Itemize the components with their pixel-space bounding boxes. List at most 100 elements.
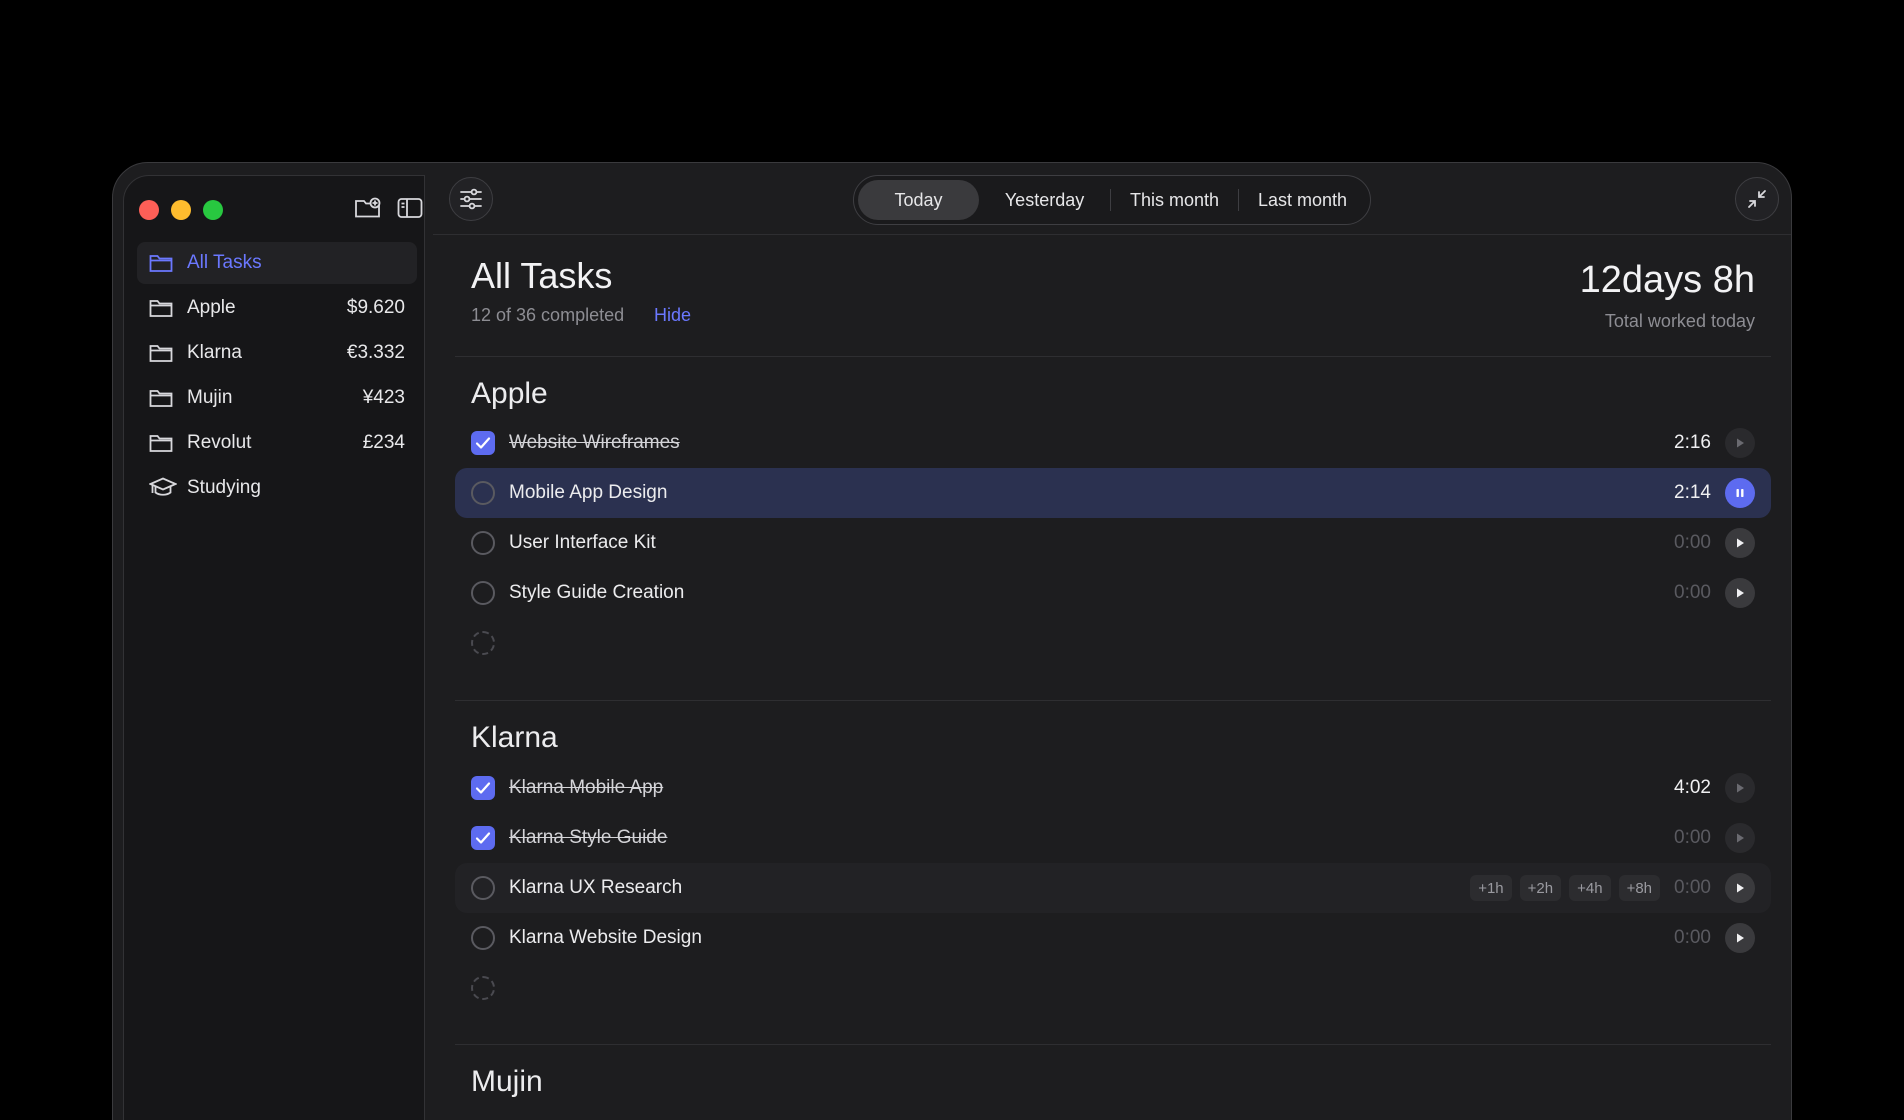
task-row[interactable]: Klarna Mobile App 4:02 <box>455 763 1771 813</box>
collapse-arrows-icon <box>1746 188 1768 210</box>
pause-button[interactable] <box>1725 478 1755 508</box>
play-button[interactable] <box>1725 823 1755 853</box>
tab-yesterday[interactable]: Yesterday <box>979 180 1110 220</box>
minimize-window-button[interactable] <box>171 200 191 220</box>
section-divider <box>455 700 1771 701</box>
task-checkbox[interactable] <box>471 531 495 555</box>
sidebar: All Tasks Apple $9.620 Klarna €3.332 Muj… <box>123 175 425 1120</box>
sidebar-item-label: All Tasks <box>187 252 262 273</box>
checkmark-icon <box>475 781 491 795</box>
new-task-checkbox-placeholder[interactable] <box>471 976 495 1000</box>
app-window: All Tasks Apple $9.620 Klarna €3.332 Muj… <box>112 162 1792 1120</box>
add-2h-button[interactable]: +2h <box>1519 875 1562 901</box>
play-icon <box>1734 782 1746 794</box>
task-row[interactable]: User Interface Kit 0:00 <box>455 518 1771 568</box>
task-name: User Interface Kit <box>509 532 656 553</box>
sidebar-item-label: Klarna <box>187 342 242 363</box>
task-checkbox[interactable] <box>471 581 495 605</box>
sidebar-item-amount: ¥423 <box>362 387 405 408</box>
task-row-hovered[interactable]: Klarna UX Research +1h +2h +4h +8h 0:00 <box>455 863 1771 913</box>
new-task-checkbox-placeholder[interactable] <box>471 631 495 655</box>
graduation-cap-icon <box>149 477 177 499</box>
folder-icon <box>149 387 177 409</box>
play-icon <box>1734 587 1746 599</box>
zoom-window-button[interactable] <box>203 200 223 220</box>
hide-completed-link[interactable]: Hide <box>654 305 691 326</box>
play-button[interactable] <box>1725 773 1755 803</box>
play-icon <box>1734 932 1746 944</box>
folder-icon <box>149 342 177 364</box>
play-button[interactable] <box>1725 873 1755 903</box>
play-icon <box>1734 437 1746 449</box>
task-time: 0:00 <box>1674 582 1711 603</box>
task-time: 0:00 <box>1674 827 1711 848</box>
task-name: Klarna UX Research <box>509 877 683 898</box>
sidebar-item-label: Revolut <box>187 432 252 453</box>
tab-last-month[interactable]: Last month <box>1239 180 1366 220</box>
task-row[interactable]: Style Guide Creation 0:00 <box>455 568 1771 618</box>
play-button[interactable] <box>1725 428 1755 458</box>
quick-add-time-group: +1h +2h +4h +8h <box>1470 875 1661 901</box>
play-button[interactable] <box>1725 528 1755 558</box>
sidebar-item-klarna[interactable]: Klarna €3.332 <box>137 332 417 374</box>
play-button[interactable] <box>1725 923 1755 953</box>
folder-icon <box>149 252 177 274</box>
sliders-icon <box>459 188 483 210</box>
toolbar-divider <box>433 234 1791 235</box>
tab-today[interactable]: Today <box>858 180 980 220</box>
task-time: 0:00 <box>1674 532 1711 553</box>
close-window-button[interactable] <box>139 200 159 220</box>
task-checkbox-checked[interactable] <box>471 431 495 455</box>
sidebar-item-label: Studying <box>187 477 261 498</box>
task-time: 4:02 <box>1674 777 1711 798</box>
play-icon <box>1734 832 1746 844</box>
add-4h-button[interactable]: +4h <box>1569 875 1611 901</box>
section-divider <box>455 1044 1771 1045</box>
task-name: Style Guide Creation <box>509 582 685 603</box>
completed-count: 12 of 36 completed <box>471 305 625 325</box>
new-folder-icon[interactable] <box>352 192 384 224</box>
sidebar-item-amount: £234 <box>362 432 405 453</box>
play-icon <box>1734 537 1746 549</box>
task-checkbox[interactable] <box>471 926 495 950</box>
section-title-apple: Apple <box>471 377 548 410</box>
task-row[interactable]: Website Wireframes 2:16 <box>455 418 1771 468</box>
sidebar-item-label: Apple <box>187 297 236 318</box>
task-row[interactable]: Klarna Website Design 0:00 <box>455 913 1771 963</box>
task-name: Mobile App Design <box>509 482 668 503</box>
task-name: Klarna Website Design <box>509 927 702 948</box>
date-range-segmented-control: Today Yesterday This month Last month <box>853 175 1371 225</box>
sidebar-item-studying[interactable]: Studying <box>137 467 417 509</box>
section-divider <box>455 356 1771 357</box>
section-title-klarna: Klarna <box>471 721 558 754</box>
task-time: 2:16 <box>1674 432 1711 453</box>
add-1h-button[interactable]: +1h <box>1470 875 1512 901</box>
total-worked-label: Total worked today <box>1604 311 1755 331</box>
task-checkbox[interactable] <box>471 481 495 505</box>
task-name: Website Wireframes <box>509 432 680 453</box>
checkmark-icon <box>475 831 491 845</box>
sidebar-item-mujin[interactable]: Mujin ¥423 <box>137 377 417 419</box>
section-title-mujin: Mujin <box>471 1065 543 1098</box>
sidebar-item-apple[interactable]: Apple $9.620 <box>137 287 417 329</box>
tab-this-month[interactable]: This month <box>1111 180 1238 220</box>
task-row-running[interactable]: Mobile App Design 2:14 <box>455 468 1771 518</box>
new-task-row[interactable] <box>455 618 1771 668</box>
task-checkbox[interactable] <box>471 876 495 900</box>
task-row[interactable]: Klarna Style Guide 0:00 <box>455 813 1771 863</box>
add-8h-button[interactable]: +8h <box>1618 875 1661 901</box>
task-name: Klarna Mobile App <box>509 777 664 798</box>
task-checkbox-checked[interactable] <box>471 776 495 800</box>
play-button[interactable] <box>1725 578 1755 608</box>
sidebar-item-revolut[interactable]: Revolut £234 <box>137 422 417 464</box>
checkmark-icon <box>475 436 491 450</box>
task-checkbox-checked[interactable] <box>471 826 495 850</box>
filter-button[interactable] <box>449 177 493 221</box>
task-time: 0:00 <box>1674 877 1711 898</box>
sidebar-toggle-icon[interactable] <box>394 192 426 224</box>
sidebar-item-amount: $9.620 <box>346 297 405 318</box>
collapse-window-button[interactable] <box>1735 177 1779 221</box>
pause-icon <box>1734 487 1746 499</box>
new-task-row[interactable] <box>455 963 1771 1013</box>
sidebar-item-all-tasks[interactable]: All Tasks <box>137 242 417 284</box>
